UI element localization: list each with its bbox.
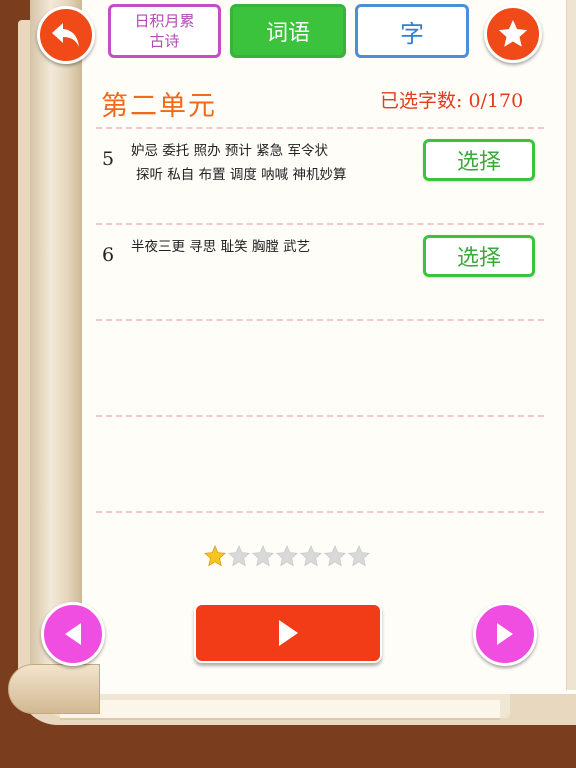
star-empty-icon xyxy=(348,544,370,567)
divider xyxy=(96,511,544,513)
triangle-right-icon xyxy=(497,623,513,645)
star-empty-icon xyxy=(276,544,298,567)
tab-poem[interactable]: 日积月累 古诗 xyxy=(108,4,221,58)
unit-title: 第二单元 xyxy=(101,91,217,122)
divider xyxy=(96,127,544,129)
divider xyxy=(96,319,544,321)
select-button-label: 选择 xyxy=(456,150,501,175)
tab-words[interactable]: 词语 xyxy=(230,4,346,58)
favorite-button[interactable] xyxy=(484,5,542,63)
next-button[interactable] xyxy=(473,602,537,666)
triangle-left-icon xyxy=(65,623,81,645)
divider xyxy=(96,415,544,417)
row-words-line1: 半夜三更 寻思 耻笑 胸膛 武艺 xyxy=(131,239,311,255)
row-number: 6 xyxy=(102,244,115,266)
tab-char[interactable]: 字 xyxy=(355,4,469,58)
star-empty-icon xyxy=(228,544,250,567)
tab-poem-line1: 日积月累 xyxy=(134,12,195,30)
book-spine xyxy=(30,0,82,700)
page-edge xyxy=(566,0,576,690)
select-button[interactable]: 选择 xyxy=(423,139,535,181)
selected-count: 已选字数: 0/170 xyxy=(380,90,524,112)
star-empty-icon xyxy=(324,544,346,567)
star-empty-icon xyxy=(252,544,274,567)
tab-words-label: 词语 xyxy=(265,21,310,46)
row-number: 5 xyxy=(102,148,115,170)
star-empty-icon xyxy=(300,544,322,567)
book-page-stack-top xyxy=(60,700,500,720)
back-button[interactable] xyxy=(37,6,95,64)
prev-button[interactable] xyxy=(41,602,105,666)
select-button-label: 选择 xyxy=(456,246,501,271)
play-icon xyxy=(279,620,298,646)
divider xyxy=(96,223,544,225)
play-button[interactable] xyxy=(194,603,382,663)
star-filled-icon xyxy=(204,544,226,567)
tab-char-label: 字 xyxy=(400,19,424,48)
back-arrow-icon xyxy=(52,23,79,47)
select-button[interactable]: 选择 xyxy=(423,235,535,277)
row-words-line1: 妒忌 委托 照办 预计 紧急 军令状 xyxy=(131,143,328,159)
rating-stars xyxy=(204,544,370,568)
tab-poem-line2: 古诗 xyxy=(149,32,180,50)
page-curl xyxy=(8,664,100,714)
star-icon xyxy=(498,19,528,47)
row-words-line2: 探听 私自 布置 调度 呐喊 神机妙算 xyxy=(136,167,347,183)
